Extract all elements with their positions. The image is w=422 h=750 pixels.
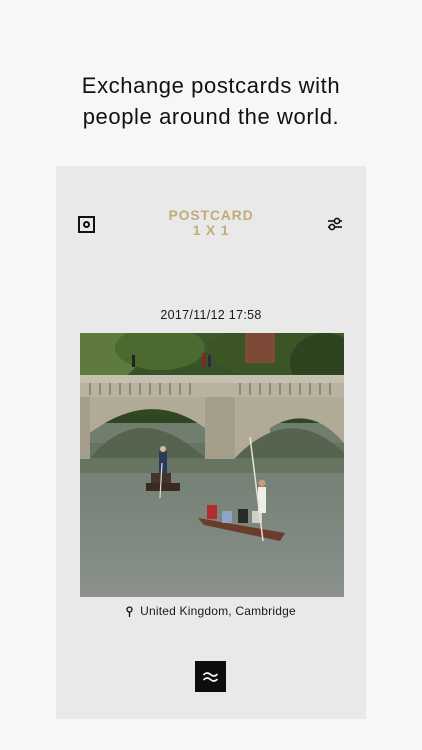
headline: Exchange postcards with people around th… bbox=[0, 70, 422, 132]
headline-line-1: Exchange postcards with bbox=[81, 73, 341, 98]
sliders-icon[interactable] bbox=[326, 216, 344, 232]
pin-icon bbox=[126, 606, 133, 618]
app-logo: POSTCARD 1 X 1 bbox=[156, 208, 266, 238]
logo-line-1: POSTCARD bbox=[168, 207, 254, 223]
logo-line-2: 1 X 1 bbox=[192, 222, 230, 238]
postcard-photo[interactable] bbox=[80, 333, 344, 597]
postcard-location: United Kingdom, Cambridge bbox=[56, 604, 366, 618]
wave-icon[interactable] bbox=[195, 661, 226, 692]
location-text: United Kingdom, Cambridge bbox=[140, 604, 296, 618]
camera-frame-icon[interactable] bbox=[78, 216, 95, 233]
postcard-datetime: 2017/11/12 17:58 bbox=[160, 308, 262, 322]
headline-line-2: people around the world. bbox=[82, 104, 340, 129]
app-screen: POSTCARD 1 X 1 2017/11/12 17:58 United K… bbox=[56, 166, 366, 719]
